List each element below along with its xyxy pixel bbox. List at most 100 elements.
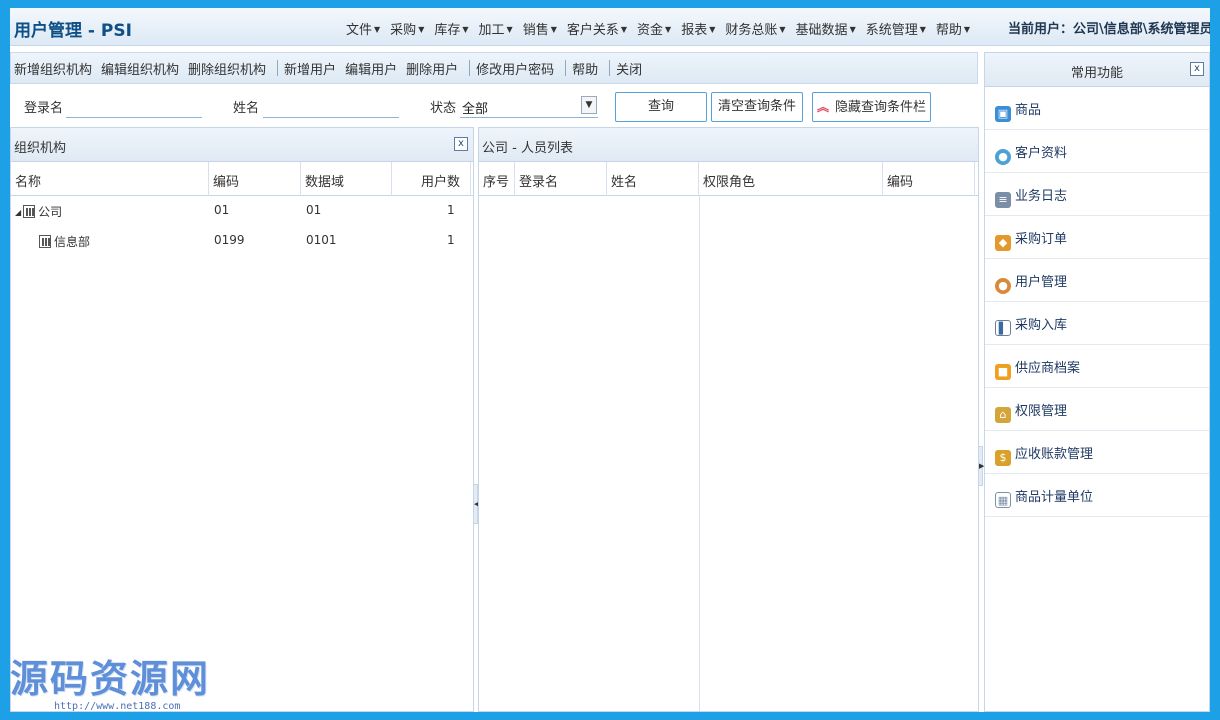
purchase-in-icon: ▌ bbox=[995, 320, 1011, 336]
menu-system[interactable]: 系统管理 ▼ bbox=[866, 19, 926, 38]
org-domain: 01 bbox=[306, 203, 322, 217]
menu-help[interactable]: 帮助 ▼ bbox=[936, 19, 970, 38]
shortcut-permissions[interactable]: ⌂ 权限管理 bbox=[985, 388, 1209, 431]
column-header-username[interactable]: 姓名 bbox=[607, 162, 699, 196]
column-header-role[interactable]: 权限角色 bbox=[699, 162, 883, 196]
org-icon bbox=[39, 235, 51, 248]
lock-icon: ⌂ bbox=[995, 407, 1011, 423]
tree-node: ◢ 公司 bbox=[11, 196, 62, 226]
status-select[interactable]: 全部 ▼ bbox=[460, 94, 598, 118]
app-header: 用户管理 - PSI 文件 ▼ 采购 ▼ 库存 ▼ 加工 ▼ 销售 ▼ 客户关系 ▼ 资金 ▼… bbox=[10, 8, 1210, 46]
purchase-order-icon: ◆ bbox=[995, 235, 1011, 251]
app-window: 用户管理 - PSI 文件 ▼ 采购 ▼ 库存 ▼ 加工 ▼ 销售 ▼ 客户关系 ▼ 资金 ▼… bbox=[10, 8, 1210, 712]
column-divider bbox=[699, 196, 700, 711]
toolbar: 新增组织机构 编辑组织机构 删除组织机构 新增用户 编辑用户 删除用户 修改用户… bbox=[10, 52, 978, 84]
common-functions-panel: 常用功能 x ▣ 商品 ● 客户资料 ≡ 业务日志 ◆ 采购订单 ● 用户管理 ▌ 采购入库… bbox=[984, 52, 1210, 712]
shortcut-user-admin[interactable]: ● 用户管理 bbox=[985, 259, 1209, 302]
watermark-text: 源码资源网 bbox=[10, 657, 211, 701]
edit-user-button[interactable]: 编辑用户 bbox=[345, 59, 402, 78]
shortcut-label: 权限管理 bbox=[1015, 404, 1068, 419]
org-code: 01 bbox=[214, 203, 230, 217]
menu-base-data[interactable]: 基础数据 ▼ bbox=[796, 19, 856, 38]
status-select-value: 全部 bbox=[462, 102, 489, 117]
toolbar-separator bbox=[277, 60, 279, 76]
shortcut-log[interactable]: ≡ 业务日志 bbox=[985, 173, 1209, 216]
menu-ledger[interactable]: 财务总账 ▼ bbox=[725, 19, 785, 38]
add-org-button[interactable]: 新增组织机构 bbox=[14, 59, 97, 78]
menu-processing[interactable]: 加工 ▼ bbox=[479, 19, 513, 38]
column-header-login[interactable]: 登录名 bbox=[515, 162, 607, 196]
shortcut-label: 应收账款管理 bbox=[1015, 447, 1094, 462]
page-title: 用户管理 - PSI bbox=[14, 21, 132, 41]
org-name: 公司 bbox=[38, 205, 63, 219]
menu-sales[interactable]: 销售 ▼ bbox=[523, 19, 557, 38]
change-password-button[interactable]: 修改用户密码 bbox=[476, 59, 559, 78]
user-list-panel: 公司 - 人员列表 序号 登录名 姓名 权限角色 编码 bbox=[478, 127, 979, 712]
shortcut-units[interactable]: ▦ 商品计量单位 bbox=[985, 474, 1209, 517]
hide-query-label: 隐藏查询条件栏 bbox=[835, 100, 927, 115]
watermark: 源码资源网 http://www.net188.com bbox=[10, 648, 220, 712]
column-header-code[interactable]: 编码 bbox=[209, 162, 301, 196]
shortcut-receivables[interactable]: $ 应收账款管理 bbox=[985, 431, 1209, 474]
shortcut-label: 用户管理 bbox=[1015, 275, 1068, 290]
help-button[interactable]: 帮助 bbox=[572, 59, 603, 78]
user-admin-icon: ● bbox=[995, 278, 1011, 294]
table-row[interactable]: 信息部 0199 0101 1 bbox=[11, 226, 473, 256]
menu-purchase[interactable]: 采购 ▼ bbox=[390, 19, 424, 38]
shortcut-label: 客户资料 bbox=[1015, 146, 1068, 161]
menu-funds[interactable]: 资金 ▼ bbox=[637, 19, 671, 38]
org-panel: 组织机构 x 名称 编码 数据域 用户数 ◢ 公司 01 01 1 信息部 019… bbox=[10, 127, 474, 712]
shortcut-label: 商品 bbox=[1015, 103, 1042, 118]
unit-icon: ▦ bbox=[995, 492, 1011, 508]
column-header-domain[interactable]: 数据域 bbox=[301, 162, 392, 196]
delete-user-button[interactable]: 删除用户 bbox=[406, 59, 463, 78]
table-row[interactable]: ◢ 公司 01 01 1 bbox=[11, 196, 473, 226]
column-header-name[interactable]: 名称 bbox=[11, 162, 209, 196]
delete-org-button[interactable]: 删除组织机构 bbox=[188, 59, 271, 78]
common-functions-title: 常用功能 bbox=[1070, 66, 1123, 81]
hide-query-button[interactable]: ︽ 隐藏查询条件栏 bbox=[812, 92, 931, 122]
org-grid-header: 名称 编码 数据域 用户数 bbox=[11, 162, 473, 196]
org-panel-header: 组织机构 x bbox=[11, 128, 473, 162]
shortcut-supplier[interactable]: ■ 供应商档案 bbox=[985, 345, 1209, 388]
toolbar-separator bbox=[609, 60, 611, 76]
column-header-users[interactable]: 用户数 bbox=[392, 162, 471, 196]
chevron-down-icon[interactable]: ▼ bbox=[581, 96, 597, 114]
customer-icon: ● bbox=[995, 149, 1011, 165]
product-icon: ▣ bbox=[995, 106, 1011, 122]
user-list-header: 公司 - 人员列表 bbox=[479, 128, 978, 162]
clear-query-button[interactable]: 清空查询条件 bbox=[711, 92, 803, 122]
login-name-input[interactable] bbox=[66, 96, 202, 118]
panel-splitter-right[interactable]: ▶ bbox=[978, 446, 984, 486]
status-label: 状态 bbox=[430, 101, 457, 116]
user-grid-header: 序号 登录名 姓名 权限角色 编码 bbox=[479, 162, 978, 196]
shortcut-label: 供应商档案 bbox=[1015, 361, 1081, 376]
shortcut-label: 商品计量单位 bbox=[1015, 490, 1094, 505]
name-label: 姓名 bbox=[233, 101, 260, 116]
shortcut-customer[interactable]: ● 客户资料 bbox=[985, 130, 1209, 173]
name-input[interactable] bbox=[263, 96, 399, 118]
menu-file[interactable]: 文件 ▼ bbox=[346, 19, 380, 38]
shortcut-product[interactable]: ▣ 商品 bbox=[985, 87, 1209, 130]
search-button[interactable]: 查询 bbox=[615, 92, 707, 122]
menu-inventory[interactable]: 库存 ▼ bbox=[434, 19, 468, 38]
add-user-button[interactable]: 新增用户 bbox=[284, 59, 341, 78]
supplier-icon: ■ bbox=[995, 364, 1011, 380]
column-header-index[interactable]: 序号 bbox=[479, 162, 515, 196]
common-functions-header: 常用功能 x bbox=[985, 53, 1209, 87]
close-button[interactable]: 关闭 bbox=[616, 59, 647, 78]
org-panel-title: 组织机构 bbox=[14, 141, 67, 156]
shortcut-purchase-order[interactable]: ◆ 采购订单 bbox=[985, 216, 1209, 259]
column-header-user-code[interactable]: 编码 bbox=[883, 162, 975, 196]
log-icon: ≡ bbox=[995, 192, 1011, 208]
tree-expand-icon[interactable]: ◢ bbox=[15, 208, 21, 217]
toolbar-separator bbox=[565, 60, 567, 76]
menu-crm[interactable]: 客户关系 ▼ bbox=[567, 19, 627, 38]
query-bar: 登录名 姓名 状态 全部 ▼ 查询 清空查询条件 ︽ 隐藏查询条件栏 bbox=[10, 88, 978, 126]
close-icon[interactable]: x bbox=[1190, 62, 1204, 76]
edit-org-button[interactable]: 编辑组织机构 bbox=[101, 59, 184, 78]
receivable-icon: $ bbox=[995, 450, 1011, 466]
menu-reports[interactable]: 报表 ▼ bbox=[681, 19, 715, 38]
close-icon[interactable]: x bbox=[454, 137, 468, 151]
shortcut-purchase-in[interactable]: ▌ 采购入库 bbox=[985, 302, 1209, 345]
